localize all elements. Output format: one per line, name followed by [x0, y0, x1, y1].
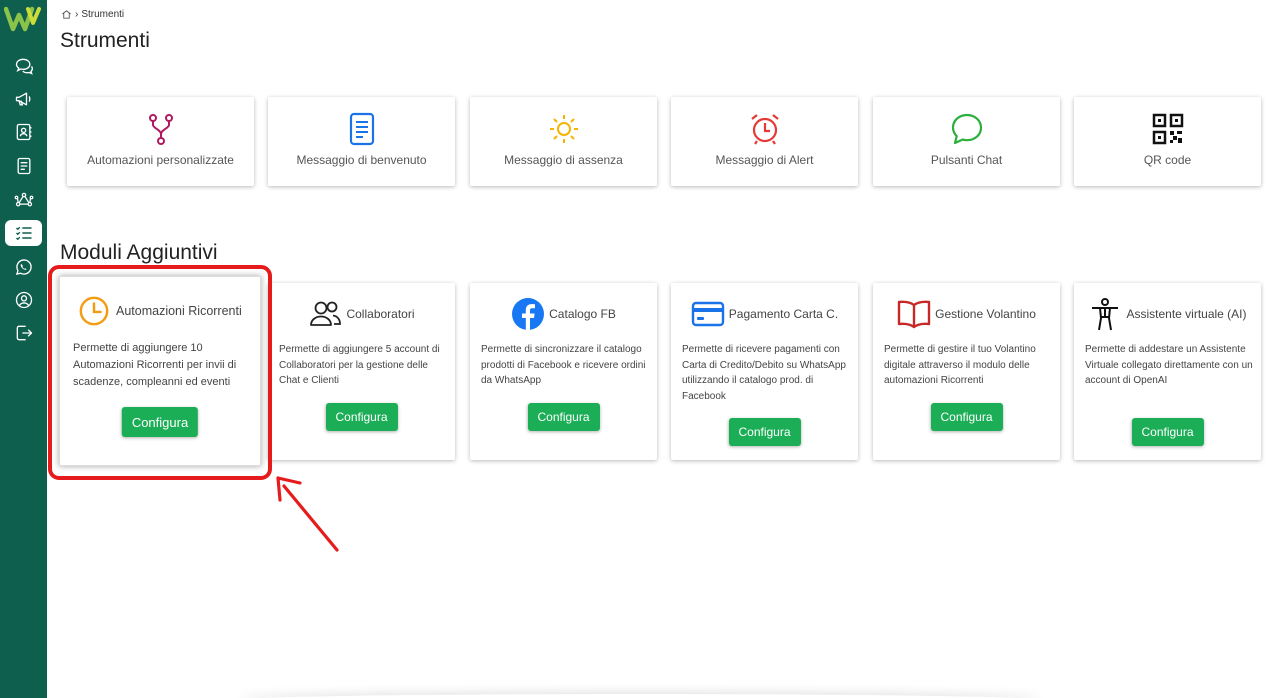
- contacts-icon: [16, 123, 31, 141]
- tool-label: Automazioni personalizzate: [87, 153, 234, 167]
- sidebar-item-campaigns[interactable]: [5, 86, 42, 112]
- document-lines-icon: [349, 112, 374, 146]
- clock-icon: [79, 296, 109, 326]
- sun-icon: [549, 115, 578, 143]
- tool-card-automazioni[interactable]: Automazioni personalizzate: [67, 97, 254, 186]
- sidebar-item-contacts[interactable]: [5, 119, 42, 145]
- module-title: Assistente virtuale (AI): [1126, 307, 1247, 321]
- module-title: Gestione Volantino: [935, 307, 1036, 321]
- breadcrumb-current: Strumenti: [81, 9, 125, 20]
- module-description: Permette di aggiungere 10 Automazioni Ri…: [73, 342, 237, 388]
- module-description: Permette di gestire il tuo Volantino dig…: [884, 344, 1036, 386]
- tool-label: Messaggio di benvenuto: [296, 153, 427, 167]
- module-description: Permette di ricevere pagamenti con Carta…: [682, 344, 846, 402]
- tool-label: Messaggio di assenza: [504, 153, 623, 167]
- sidebar-item-chats[interactable]: [5, 53, 42, 79]
- module-title: Automazioni Ricorrenti: [116, 304, 242, 318]
- tool-card-pulsanti[interactable]: Pulsanti Chat: [873, 97, 1060, 186]
- app-logo[interactable]: [3, 6, 42, 32]
- configure-button[interactable]: Configura: [1131, 418, 1204, 446]
- module-title: Pagamento Carta C.: [728, 307, 839, 321]
- module-card-collaboratori: Collaboratori Permette di aggiungere 5 a…: [268, 283, 455, 460]
- module-card-assistente: Assistente virtuale (AI) Permette di add…: [1074, 283, 1261, 460]
- sidebar-item-tools[interactable]: [5, 220, 42, 246]
- tool-label: Pulsanti Chat: [930, 153, 1003, 167]
- bottom-shadow: [240, 694, 1040, 698]
- breadcrumb: › Strumenti: [61, 9, 124, 20]
- module-card-pagamento: Pagamento Carta C. Permette di ricevere …: [671, 283, 858, 460]
- configure-button[interactable]: Configura: [121, 407, 199, 437]
- tool-card-alert[interactable]: Messaggio di Alert: [671, 97, 858, 186]
- sidebar-item-documents[interactable]: [5, 153, 42, 179]
- qr-code-icon: [1152, 113, 1183, 145]
- module-description: Permette di aggiungere 5 account di Coll…: [279, 344, 440, 386]
- document-icon: [17, 157, 30, 175]
- module-card-catalogo-fb: Catalogo FB Permette di sincronizzare il…: [470, 283, 657, 460]
- page-title: Strumenti: [60, 29, 150, 52]
- sidebar-item-whatsapp[interactable]: [5, 254, 42, 280]
- section-title: Moduli Aggiuntivi: [60, 241, 218, 264]
- sidebar-item-account[interactable]: [5, 287, 42, 313]
- user-circle-icon: [15, 291, 32, 309]
- module-title: Collaboratori: [346, 307, 415, 321]
- alarm-clock-icon: [750, 114, 779, 145]
- credit-card-icon: [691, 301, 724, 327]
- annotation-arrow-icon: [276, 476, 339, 552]
- tool-card-qrcode[interactable]: QR code: [1074, 97, 1261, 186]
- facebook-icon: [512, 298, 545, 330]
- configure-button[interactable]: Configura: [728, 418, 801, 446]
- chat-bubbles-icon: [15, 58, 33, 75]
- configure-button[interactable]: Configura: [325, 403, 398, 431]
- checklist-icon: [15, 226, 31, 241]
- tool-label: Messaggio di Alert: [715, 153, 814, 167]
- sidebar: [0, 0, 47, 698]
- sidebar-item-logout[interactable]: [5, 320, 42, 346]
- accessibility-person-icon: [1092, 298, 1119, 331]
- tool-card-assenza[interactable]: Messaggio di assenza: [470, 97, 657, 186]
- configure-button[interactable]: Configura: [930, 403, 1003, 431]
- module-title: Catalogo FB: [549, 307, 616, 321]
- open-book-icon: [897, 300, 931, 329]
- whatsapp-icon: [15, 259, 32, 276]
- megaphone-icon: [15, 92, 30, 106]
- sidebar-item-flows[interactable]: [5, 187, 42, 213]
- tool-label: QR code: [1143, 153, 1192, 167]
- module-card-automazioni-ricorrenti: Automazioni Ricorrenti Permette di aggiu…: [59, 276, 261, 466]
- breadcrumb-separator: ›: [75, 9, 79, 20]
- tool-card-benvenuto[interactable]: Messaggio di benvenuto: [268, 97, 455, 186]
- chat-bubble-icon: [951, 113, 982, 145]
- module-description: Permette di sincronizzare il catalogo pr…: [481, 344, 646, 386]
- logout-icon: [16, 325, 32, 341]
- module-description: Permette di addestare un Assistente Virt…: [1085, 344, 1253, 386]
- module-card-volantino: Gestione Volantino Permette di gestire i…: [873, 283, 1060, 460]
- users-icon: [310, 301, 342, 326]
- flow-nodes-icon: [14, 192, 33, 207]
- home-icon[interactable]: [61, 9, 72, 20]
- configure-button[interactable]: Configura: [527, 403, 600, 431]
- branch-fork-icon: [148, 114, 173, 145]
